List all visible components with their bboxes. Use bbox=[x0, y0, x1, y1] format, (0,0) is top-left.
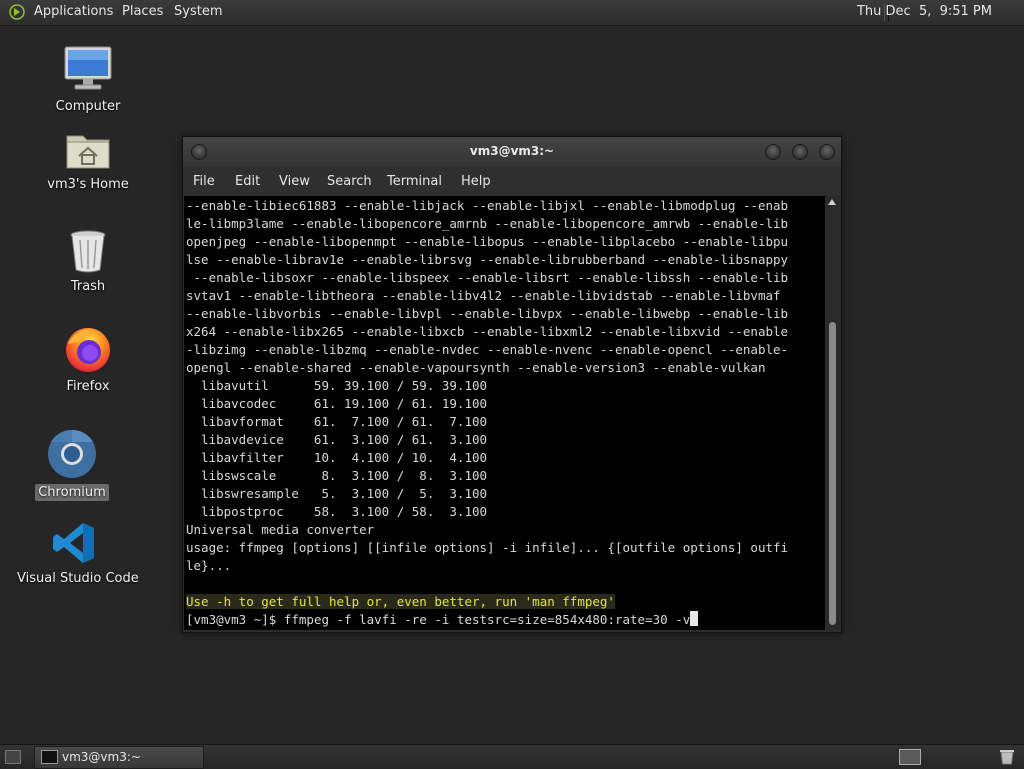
menu-edit[interactable]: Edit bbox=[235, 174, 260, 189]
desktop-icon-label: Trash bbox=[70, 279, 106, 294]
taskbar-item-terminal[interactable]: vm3@vm3:~ bbox=[34, 746, 204, 769]
clock[interactable]: Thu Dec 5, 9:51 PM bbox=[857, 4, 992, 19]
home-folder-icon bbox=[66, 135, 110, 169]
vscode-icon bbox=[53, 523, 94, 563]
menu-file[interactable]: File bbox=[193, 174, 215, 189]
maximize-button[interactable] bbox=[792, 144, 808, 160]
chromium-icon bbox=[48, 429, 96, 478]
close-button[interactable] bbox=[819, 144, 835, 160]
terminal-scrollbar[interactable] bbox=[826, 196, 839, 630]
top-panel: Applications Places System Thu Dec 5, 9:… bbox=[0, 0, 1024, 26]
desktop-icon-vscode[interactable]: Visual Studio Code bbox=[14, 520, 139, 587]
bottom-panel: vm3@vm3:~ bbox=[0, 744, 1024, 769]
menu-view[interactable]: View bbox=[279, 174, 310, 189]
desktop-icon-label: vm3's Home bbox=[47, 177, 129, 192]
system-menu[interactable]: System bbox=[174, 4, 222, 19]
taskbar-item-label: vm3@vm3:~ bbox=[62, 750, 141, 764]
output-lines: --enable-libiec61883 --enable-libjack --… bbox=[186, 198, 789, 573]
window-title: vm3@vm3:~ bbox=[469, 144, 555, 158]
menu-terminal[interactable]: Terminal bbox=[387, 174, 442, 189]
trash-applet-icon[interactable] bbox=[998, 748, 1016, 766]
desktop-icon-home[interactable]: vm3's Home bbox=[40, 128, 136, 193]
places-menu[interactable]: Places bbox=[122, 4, 163, 19]
distro-logo-icon[interactable] bbox=[9, 4, 25, 20]
show-desktop-icon[interactable] bbox=[5, 750, 21, 764]
desktop-icon-label: Visual Studio Code bbox=[17, 571, 139, 586]
scroll-up-arrow-icon[interactable] bbox=[828, 199, 836, 205]
terminal-window[interactable]: vm3@vm3:~ File Edit View Search Terminal… bbox=[182, 136, 842, 633]
firefox-icon bbox=[66, 328, 110, 372]
desktop-icon-computer[interactable]: Computer bbox=[40, 44, 136, 115]
desktop-icon-chromium[interactable]: Chromium bbox=[24, 428, 120, 501]
terminal-icon bbox=[41, 750, 58, 764]
clock-applet: Thu Dec 5, 9:51 PM bbox=[857, 0, 1024, 25]
desktop-icon-trash[interactable]: Trash bbox=[40, 228, 136, 295]
help-hint-line: Use -h to get full help or, even better,… bbox=[186, 594, 615, 609]
desktop-icon-firefox[interactable]: Firefox bbox=[40, 324, 136, 395]
menu-help[interactable]: Help bbox=[461, 174, 491, 189]
terminal-output[interactable]: --enable-libiec61883 --enable-libjack --… bbox=[184, 196, 825, 630]
command-input[interactable]: ffmpeg -f lavfi -re -i testsrc=size=854x… bbox=[284, 612, 690, 627]
workspace-switcher[interactable] bbox=[899, 749, 921, 765]
desktop-icon-label: Computer bbox=[55, 99, 121, 114]
computer-icon bbox=[64, 46, 112, 90]
shell-prompt: [vm3@vm3 ~]$ bbox=[186, 612, 284, 627]
terminal-menubar: File Edit View Search Terminal Help bbox=[183, 167, 841, 195]
trash-icon bbox=[70, 230, 106, 273]
desktop-icon-label: Chromium bbox=[35, 484, 109, 501]
terminal-text: --enable-libiec61883 --enable-libjack --… bbox=[186, 197, 788, 629]
desktop-icon-label: Firefox bbox=[66, 379, 110, 394]
applications-menu[interactable]: Applications bbox=[34, 4, 113, 19]
window-titlebar[interactable]: vm3@vm3:~ bbox=[183, 137, 841, 167]
scrollbar-thumb[interactable] bbox=[829, 322, 836, 625]
minimize-button[interactable] bbox=[765, 144, 781, 160]
menu-search[interactable]: Search bbox=[327, 174, 372, 189]
text-cursor bbox=[690, 611, 699, 626]
